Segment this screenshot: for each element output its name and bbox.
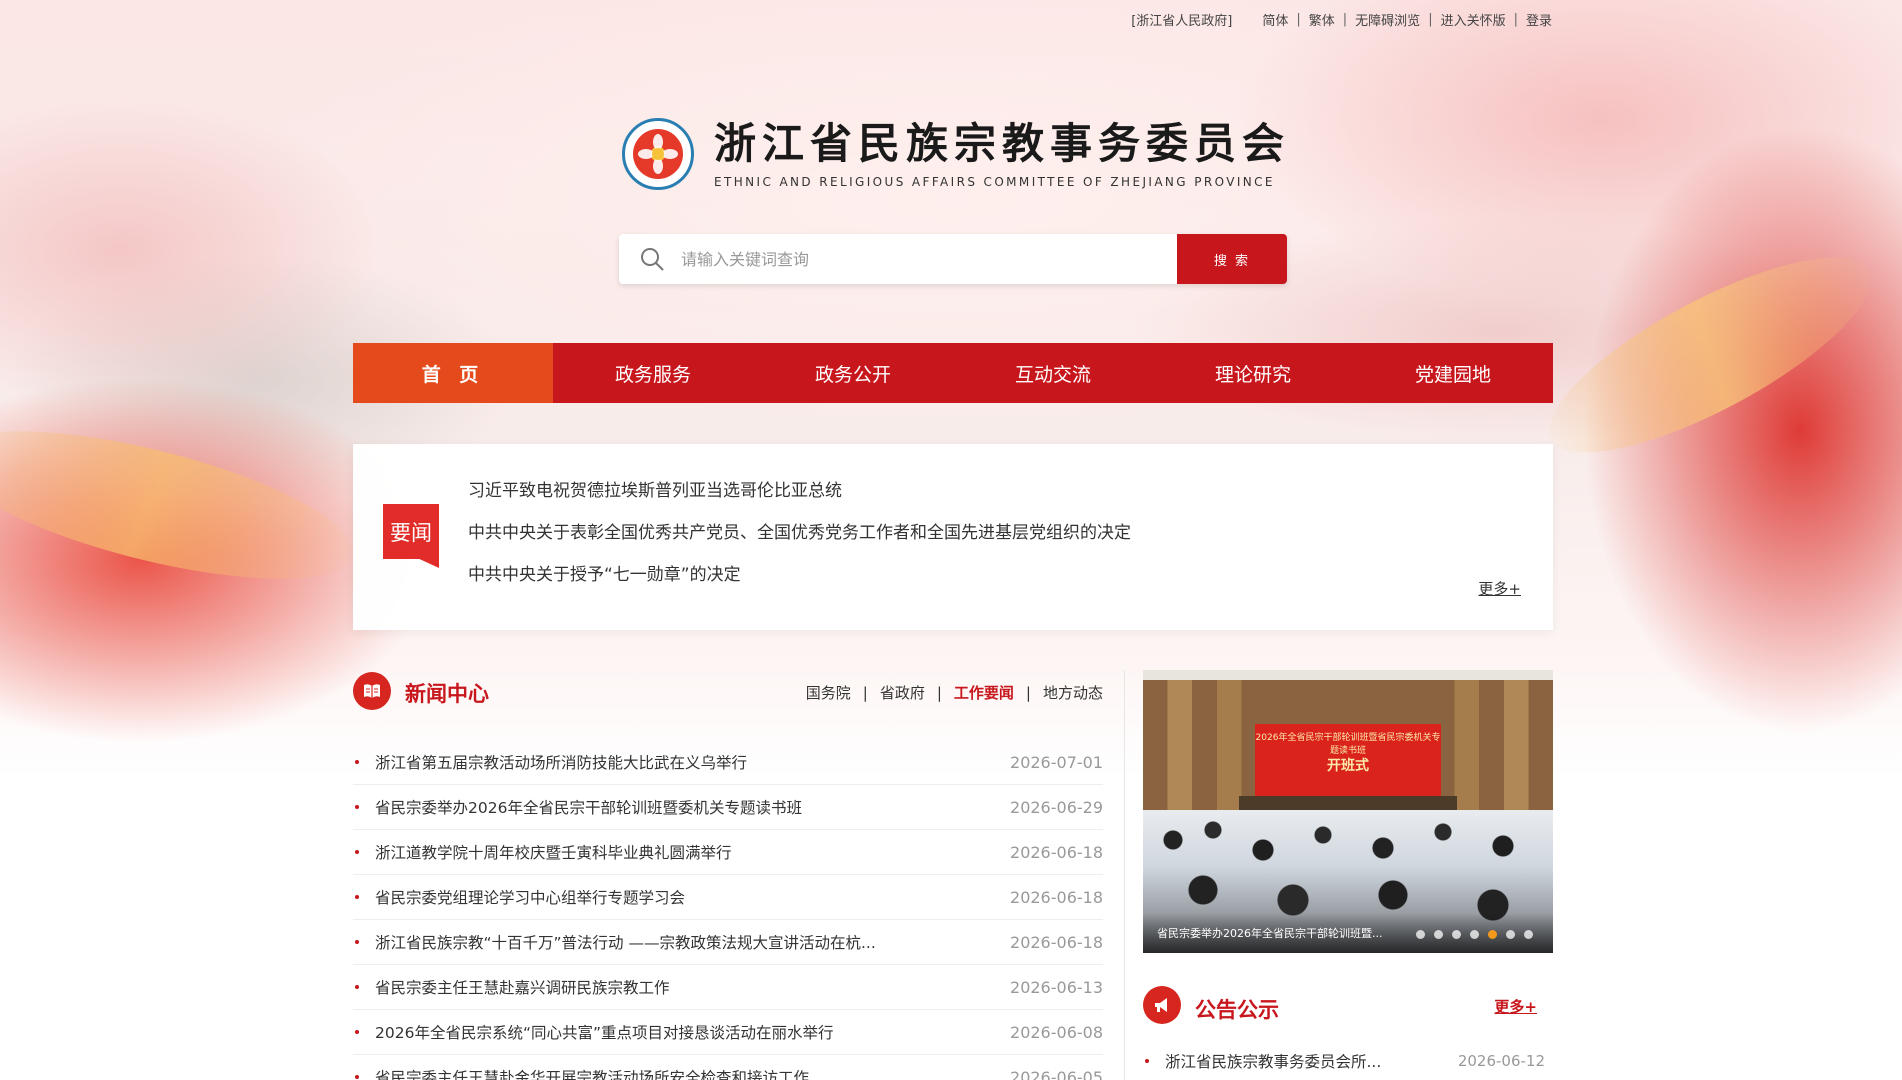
news-item-date: 2026-06-18 (1010, 887, 1103, 907)
provincial-gov-link[interactable]: [浙江省人民政府] (1131, 10, 1232, 29)
nav-item-theory[interactable]: 理论研究 (1153, 343, 1353, 403)
separator: | (1428, 12, 1433, 27)
news-tabs: 国务院 | 省政府 | 工作要闻 | 地方动态 (806, 682, 1103, 703)
bullet-icon (355, 1075, 359, 1079)
carousel-pagination (1407, 930, 1533, 939)
headline-item[interactable]: 中共中央关于表彰全国优秀共产党员、全国优秀党务工作者和全国先进基层党组织的决定 (468, 512, 1131, 554)
headline-item[interactable]: 中共中央关于授予“七一勋章”的决定 (468, 554, 1131, 596)
headlines-panel: 要闻 习近平致电祝贺德拉埃斯普列亚当选哥伦比亚总统 中共中央关于表彰全国优秀共产… (353, 444, 1553, 630)
news-item-title[interactable]: 浙江省第五届宗教活动场所消防技能大比武在义乌举行 (375, 751, 1010, 773)
notice-title: 公告公示 (1195, 998, 1279, 1022)
news-item-title[interactable]: 省民宗委党组理论学习中心组举行专题学习会 (375, 886, 1010, 908)
photo-banner-text: 2026年全省民宗干部轮训班暨省民宗委机关专题读书班 (1255, 733, 1441, 756)
news-list-item[interactable]: 浙江省民族宗教“十百千万”普法行动 ——宗教政策法规大宣讲活动在杭... 202… (353, 920, 1103, 965)
separator: | (936, 683, 942, 702)
care-mode-link[interactable]: 进入关怀版 (1441, 10, 1506, 29)
news-item-title[interactable]: 2026年全省民宗系统“同心共富”重点项目对接恳谈活动在丽水举行 (375, 1021, 1010, 1043)
news-item-title[interactable]: 省民宗委主任王慧赴嘉兴调研民族宗教工作 (375, 976, 1010, 998)
news-center-title: 新闻中心 (405, 682, 489, 706)
news-list-item[interactable]: 省民宗委主任王慧赴金华开展宗教活动场所安全检查和接访工作 2026-06-05 (353, 1055, 1103, 1080)
photo-banner: 2026年全省民宗干部轮训班暨省民宗委机关专题读书班 开班式 (1255, 724, 1441, 796)
carousel-caption[interactable]: 省民宗委举办2026年全省民宗干部轮训班暨... (1157, 925, 1407, 941)
news-item-title[interactable]: 浙江省民族宗教“十百千万”普法行动 ——宗教政策法规大宣讲活动在杭... (375, 931, 1010, 953)
tab-local-news[interactable]: 地方动态 (1043, 682, 1103, 703)
tab-state-council[interactable]: 国务院 (806, 682, 851, 703)
separator: | (1025, 683, 1031, 702)
site-subtitle-en: ETHNIC AND RELIGIOUS AFFAIRS COMMITTEE O… (714, 175, 1275, 189)
news-list-item[interactable]: 浙江道教学院十周年校庆暨壬寅科毕业典礼圆满举行 2026-06-18 (353, 830, 1103, 875)
notice-more-link[interactable]: 更多+ (1494, 996, 1537, 1017)
separator: | (862, 683, 868, 702)
search-icon (641, 248, 664, 271)
news-item-date: 2026-06-18 (1010, 932, 1103, 952)
news-item-title[interactable]: 浙江道教学院十周年校庆暨壬寅科毕业典礼圆满举行 (375, 841, 1010, 863)
carousel-dot[interactable] (1470, 930, 1479, 939)
nav-item-interaction[interactable]: 互动交流 (953, 343, 1153, 403)
traditional-chinese-link[interactable]: 繁体 (1309, 10, 1335, 29)
separator: | (1296, 12, 1301, 27)
carousel-dot[interactable] (1524, 930, 1533, 939)
bullet-icon (355, 760, 359, 764)
committee-emblem-icon (622, 118, 694, 190)
news-list: 浙江省第五届宗教活动场所消防技能大比武在义乌举行 2026-07-01 省民宗委… (353, 740, 1103, 1080)
photo-carousel[interactable]: 2026年全省民宗干部轮训班暨省民宗委机关专题读书班 开班式 省民宗委举办202… (1143, 670, 1553, 953)
carousel-dot[interactable] (1506, 930, 1515, 939)
search-button[interactable]: 搜 索 (1177, 234, 1287, 284)
column-divider (1124, 670, 1125, 1080)
news-book-icon (353, 672, 391, 710)
separator: | (1342, 12, 1348, 27)
search-input[interactable] (681, 249, 1141, 269)
news-list-item[interactable]: 省民宗委党组理论学习中心组举行专题学习会 2026-06-18 (353, 875, 1103, 920)
news-item-date: 2026-06-18 (1010, 842, 1103, 862)
photo-banner-heading: 开班式 (1327, 758, 1369, 774)
news-list-item[interactable]: 省民宗委举办2026年全省民宗干部轮训班暨委机关专题读书班 2026-06-29 (353, 785, 1103, 830)
news-item-date: 2026-06-29 (1010, 797, 1103, 817)
search-bar: 搜 索 (619, 234, 1287, 284)
headline-item[interactable]: 习近平致电祝贺德拉埃斯普列亚当选哥伦比亚总统 (468, 470, 1131, 512)
news-center: 新闻中心 国务院 | 省政府 | 工作要闻 | 地方动态 浙江省第五届宗教活动场… (353, 672, 1103, 1080)
accessibility-link[interactable]: 无障碍浏览 (1355, 10, 1420, 29)
carousel-dot[interactable] (1416, 930, 1425, 939)
tab-work-news[interactable]: 工作要闻 (954, 682, 1014, 703)
main-nav: 首 页 政务服务 政务公开 互动交流 理论研究 党建园地 (353, 343, 1553, 403)
news-list-item[interactable]: 省民宗委主任王慧赴嘉兴调研民族宗教工作 2026-06-13 (353, 965, 1103, 1010)
news-list-item[interactable]: 浙江省第五届宗教活动场所消防技能大比武在义乌举行 2026-07-01 (353, 740, 1103, 785)
login-link[interactable]: 登录 (1526, 10, 1552, 29)
nav-item-services[interactable]: 政务服务 (553, 343, 753, 403)
site-logo[interactable]: 浙江省民族宗教事务委员会 ETHNIC AND RELIGIOUS AFFAIR… (622, 118, 1290, 190)
tab-provincial-gov[interactable]: 省政府 (880, 682, 925, 703)
carousel-dot[interactable] (1452, 930, 1461, 939)
megaphone-icon (1143, 986, 1181, 1024)
notice-item-date: 2026-06-12 (1457, 1052, 1545, 1070)
headlines-more-link[interactable]: 更多+ (1478, 578, 1521, 599)
site-title: 浙江省民族宗教事务委员会 (714, 119, 1291, 168)
headlines-badge: 要闻 (383, 504, 439, 568)
bullet-icon (1145, 1059, 1149, 1063)
bullet-icon (355, 805, 359, 809)
bullet-icon (355, 940, 359, 944)
carousel-dot-active[interactable] (1488, 930, 1497, 939)
bullet-icon (355, 850, 359, 854)
top-utility-bar: [浙江省人民政府] 简体 | 繁体 | 无障碍浏览 | 进入关怀版 | 登录 (1131, 10, 1552, 29)
nav-item-open-gov[interactable]: 政务公开 (753, 343, 953, 403)
simplified-chinese-link[interactable]: 简体 (1262, 10, 1288, 29)
news-item-date: 2026-06-13 (1010, 977, 1103, 997)
separator: | (1513, 12, 1518, 27)
news-item-date: 2026-06-08 (1010, 1022, 1103, 1042)
news-list-item[interactable]: 2026年全省民宗系统“同心共富”重点项目对接恳谈活动在丽水举行 2026-06… (353, 1010, 1103, 1055)
bullet-icon (355, 1030, 359, 1034)
carousel-dot[interactable] (1434, 930, 1443, 939)
news-item-title[interactable]: 省民宗委举办2026年全省民宗干部轮训班暨委机关专题读书班 (375, 796, 1010, 818)
notice-item-title[interactable]: 浙江省民族宗教事务委员会所... (1165, 1050, 1458, 1072)
nav-item-party-building[interactable]: 党建园地 (1353, 343, 1553, 403)
news-item-title[interactable]: 省民宗委主任王慧赴金华开展宗教活动场所安全检查和接访工作 (375, 1066, 1010, 1080)
headlines-list: 习近平致电祝贺德拉埃斯普列亚当选哥伦比亚总统 中共中央关于表彰全国优秀共产党员、… (468, 470, 1131, 596)
news-item-date: 2026-06-05 (1010, 1067, 1103, 1080)
bullet-icon (355, 895, 359, 899)
notice-list-item[interactable]: 浙江省民族宗教事务委员会所... 2026-06-12 (1143, 1050, 1553, 1072)
bullet-icon (355, 985, 359, 989)
nav-item-home[interactable]: 首 页 (353, 343, 553, 403)
news-item-date: 2026-07-01 (1010, 752, 1103, 772)
